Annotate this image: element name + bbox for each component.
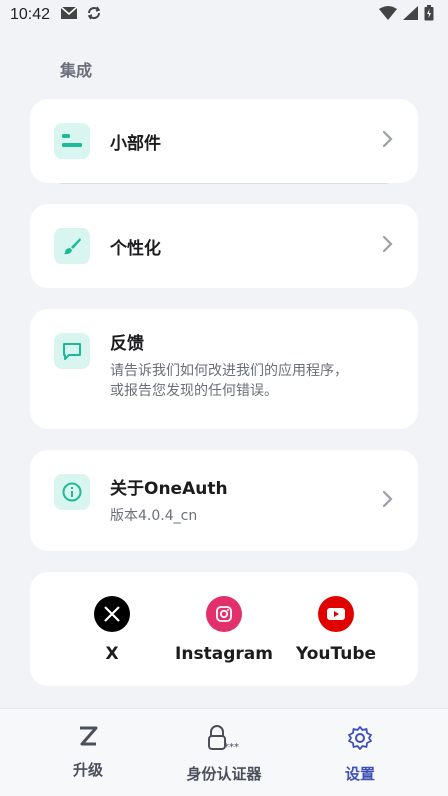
status-bar: 10:42 xyxy=(0,0,448,30)
tab-authenticator-label: 身份认证器 xyxy=(186,765,262,783)
chevron-right-icon xyxy=(382,130,394,152)
chevron-right-icon xyxy=(382,235,394,257)
gear-icon xyxy=(347,725,373,755)
version-text: 版本4.0.4_cn xyxy=(110,508,198,524)
divider xyxy=(60,183,388,184)
x-logo-icon xyxy=(94,596,130,632)
about-card[interactable]: 关于OneAuth 版本4.0.4_cn xyxy=(30,450,418,551)
tab-upgrade[interactable]: 升级 xyxy=(20,709,156,796)
instagram-link[interactable]: Instagram xyxy=(168,596,280,664)
youtube-link[interactable]: YouTube xyxy=(280,596,392,664)
wifi-icon xyxy=(379,6,397,24)
instagram-logo-icon xyxy=(206,596,242,632)
widgets-card[interactable]: 小部件 xyxy=(30,99,418,183)
x-label: X xyxy=(105,644,119,664)
signal-icon xyxy=(403,6,418,24)
section-title: 集成 xyxy=(60,61,93,80)
status-time: 10:42 xyxy=(10,6,51,23)
brush-icon xyxy=(54,228,90,264)
youtube-label: YouTube xyxy=(295,644,377,664)
feedback-description-line1: 请告诉我们如何改进我们的应用程序， xyxy=(110,363,348,379)
bottom-tab-bar: 升级 *** 身份认证器 设置 xyxy=(0,708,448,796)
info-icon xyxy=(54,474,90,510)
feedback-label: 反馈 xyxy=(110,334,144,354)
about-label: 关于OneAuth xyxy=(110,479,228,499)
tab-authenticator[interactable]: *** 身份认证器 xyxy=(156,709,292,796)
widgets-label: 小部件 xyxy=(110,133,161,154)
x-link[interactable]: X xyxy=(56,596,168,664)
instagram-label: Instagram xyxy=(175,644,273,664)
chevron-right-icon xyxy=(382,490,394,512)
mail-icon xyxy=(60,6,78,24)
personalize-card[interactable]: 个性化 xyxy=(30,204,418,288)
widget-icon xyxy=(54,123,90,159)
tab-upgrade-label: 升级 xyxy=(72,761,103,779)
personalize-label: 个性化 xyxy=(110,238,161,259)
svg-text:***: *** xyxy=(224,742,239,751)
tab-settings-label: 设置 xyxy=(344,765,375,783)
chat-icon xyxy=(54,333,90,369)
tab-settings[interactable]: 设置 xyxy=(292,709,428,796)
social-card: X Instagram YouTube xyxy=(30,572,418,686)
feedback-description-line2: 或报告您发现的任何错误。 xyxy=(110,383,278,399)
lock-password-icon: *** xyxy=(207,725,241,755)
battery-icon xyxy=(424,5,434,25)
z-logo-icon xyxy=(77,725,99,751)
sync-icon xyxy=(86,5,102,25)
youtube-logo-icon xyxy=(318,596,354,632)
feedback-card[interactable]: 反馈 请告诉我们如何改进我们的应用程序， 或报告您发现的任何错误。 xyxy=(30,309,418,429)
